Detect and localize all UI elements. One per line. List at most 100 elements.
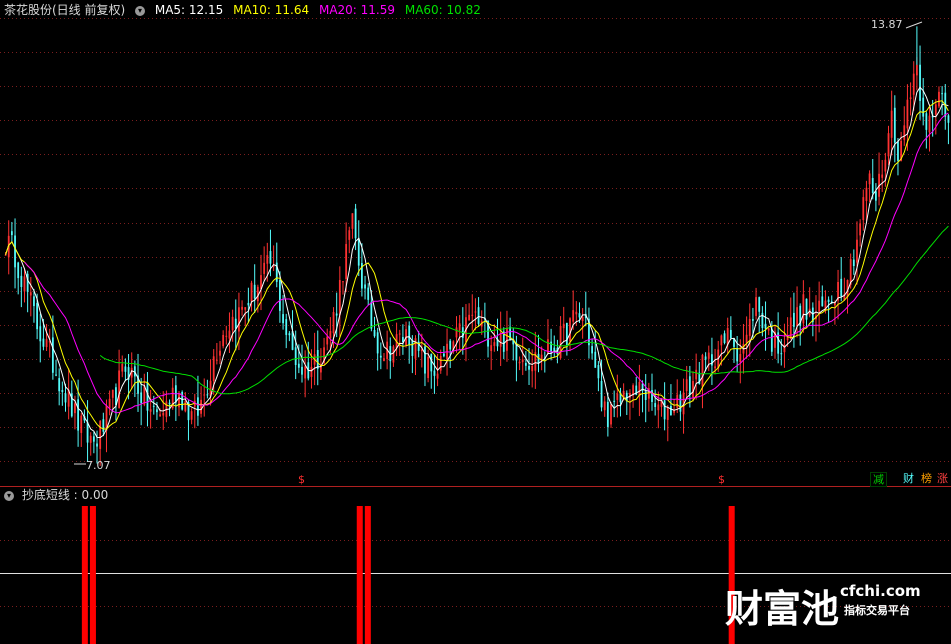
candle-body <box>868 173 871 185</box>
candle-body <box>745 334 748 343</box>
candle-body <box>865 187 868 201</box>
candle-body <box>364 284 366 289</box>
candle-body <box>121 363 124 372</box>
candle-body <box>51 337 54 373</box>
candle-body <box>96 443 98 447</box>
candle-body <box>531 365 534 372</box>
candle-body <box>490 345 493 352</box>
candle-body <box>383 358 385 362</box>
candle-body <box>518 361 521 364</box>
candle-body <box>449 340 452 350</box>
candle-body <box>354 208 357 239</box>
badge-rank[interactable]: 榜 <box>919 472 934 485</box>
candle-body <box>99 420 102 449</box>
candle-body <box>370 301 373 329</box>
candle-body <box>701 354 704 387</box>
candle-body <box>919 64 921 101</box>
ma20-label: MA20: 11.59 <box>318 3 396 17</box>
candle-body <box>670 405 672 416</box>
high-price-label: 13.87 <box>871 18 903 31</box>
candle-body <box>23 276 26 292</box>
candle-body <box>197 397 199 416</box>
candle-body <box>695 369 698 380</box>
candle-body <box>64 393 67 403</box>
signal-bar <box>364 506 371 644</box>
candle-body <box>228 330 231 339</box>
candle-body <box>439 355 442 371</box>
candle-body <box>679 394 682 412</box>
candle-body <box>748 319 751 336</box>
candle-body <box>45 339 48 348</box>
candle-body <box>884 159 887 172</box>
candle-body <box>247 302 250 306</box>
candle-body <box>102 419 105 432</box>
candle-body <box>335 313 338 316</box>
indicator-toggle-icon[interactable]: ▾ <box>4 490 14 501</box>
settings-toggle-icon[interactable]: ▾ <box>135 5 146 16</box>
candle-body <box>572 310 575 322</box>
candle-body <box>61 390 64 393</box>
candle-body <box>225 335 228 337</box>
candle-body <box>200 399 202 414</box>
candle-body <box>17 262 20 279</box>
candle-body <box>673 410 675 413</box>
candle-body <box>219 350 221 356</box>
candle-body <box>871 178 874 193</box>
candle-body <box>20 275 23 288</box>
badge-reduce[interactable]: 减 <box>870 472 887 487</box>
candle-body <box>29 292 32 296</box>
candle-body <box>752 319 754 321</box>
candle-body <box>726 328 729 345</box>
candle-body <box>947 115 950 123</box>
candle-body <box>269 251 272 264</box>
candle-body <box>433 370 436 376</box>
chart-header: 茶花股份(日线 前复权) ▾ MA5: 12.15 MA10: 11.64 MA… <box>4 2 487 18</box>
candle-body <box>818 300 821 312</box>
candle-body <box>436 373 439 379</box>
badge-finance[interactable]: 财 <box>901 472 916 485</box>
candle-body <box>663 400 666 420</box>
candle-body <box>550 341 553 353</box>
candle-body <box>89 435 92 443</box>
candle-body <box>471 314 474 316</box>
candle-body <box>856 239 858 263</box>
candle-body <box>594 351 597 368</box>
candle-body <box>758 297 761 312</box>
candle-body <box>704 356 707 360</box>
candle-body <box>288 333 291 336</box>
candle-body <box>36 303 39 330</box>
candle-body <box>881 174 884 178</box>
candle-body <box>282 314 284 324</box>
indicator-header: ▾ 抄底短线 : 0.00 <box>4 487 108 503</box>
candle-body <box>780 353 783 355</box>
ma20-line <box>24 112 949 414</box>
candle-body <box>603 401 606 411</box>
candle-body <box>755 297 757 316</box>
candle-body <box>575 311 578 315</box>
candle-body <box>764 323 767 329</box>
event-marker[interactable]: $ <box>718 473 725 486</box>
candle-body <box>297 363 300 368</box>
candle-body <box>606 401 609 427</box>
candle-body <box>720 335 723 346</box>
badge-rise[interactable]: 涨 <box>935 472 950 485</box>
candle-body <box>565 322 568 345</box>
candle-body <box>58 378 61 392</box>
candle-body <box>840 278 843 297</box>
candle-body <box>345 244 348 279</box>
candle-body <box>805 298 808 320</box>
candle-body <box>616 393 619 400</box>
event-marker[interactable]: $ <box>298 473 305 486</box>
candle-body <box>4 254 7 256</box>
candle-body <box>729 329 732 339</box>
candle-body <box>10 231 13 236</box>
candle-body <box>600 380 603 408</box>
watermark-brand: 财富池 <box>725 587 840 631</box>
candle-body <box>862 197 865 221</box>
candle-body <box>928 115 931 133</box>
candle-body <box>301 366 303 375</box>
candle-body <box>934 104 937 115</box>
candle-body <box>707 352 710 359</box>
candle-body <box>688 376 691 395</box>
candle-body <box>657 404 660 411</box>
